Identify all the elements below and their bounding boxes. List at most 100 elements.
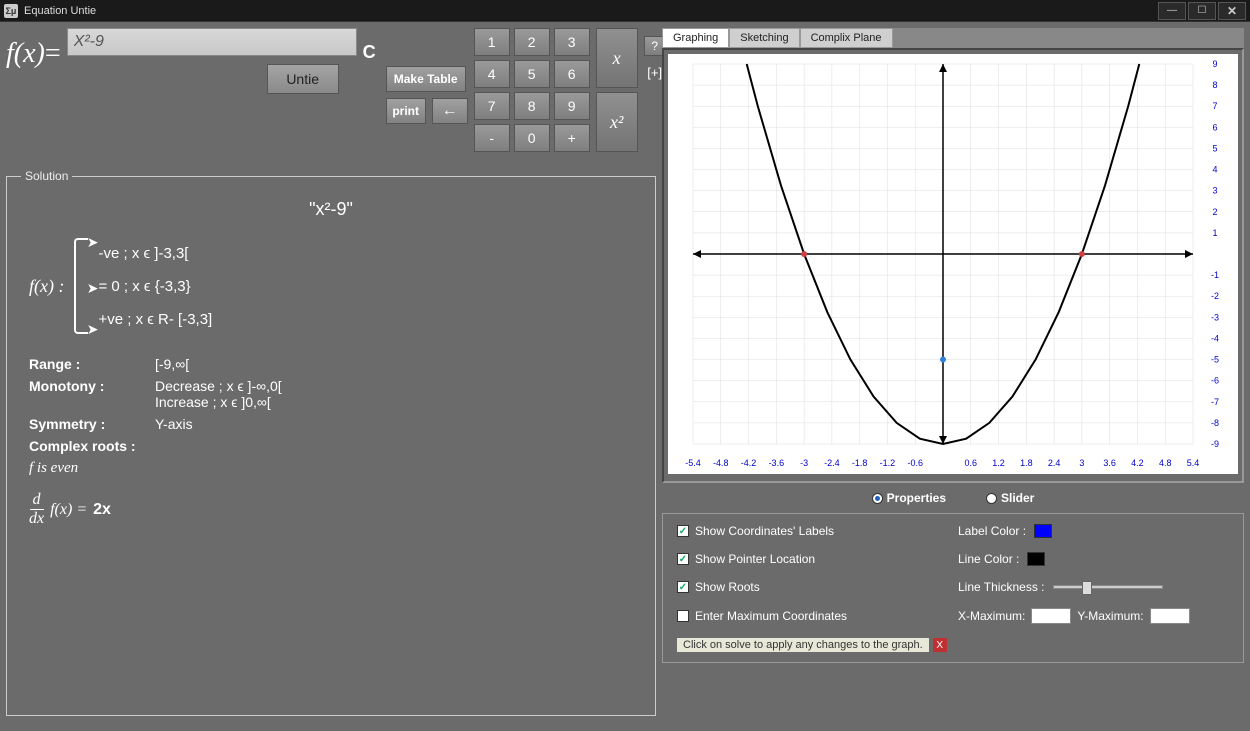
label-color-label: Label Color : <box>958 524 1026 538</box>
line-thickness-slider[interactable] <box>1053 585 1163 589</box>
line-color-swatch[interactable] <box>1027 552 1045 566</box>
svg-text:9: 9 <box>1212 59 1217 69</box>
derivative: ddx f(x) = 2x <box>29 491 633 528</box>
svg-text:-4.2: -4.2 <box>741 458 757 468</box>
case-zero: = 0 ; x ϵ {-3,3} <box>98 278 212 295</box>
svg-text:1.2: 1.2 <box>992 458 1005 468</box>
case-positive: +ve ; x ϵ R- [-3,3] <box>98 311 212 328</box>
svg-text:-3.6: -3.6 <box>769 458 785 468</box>
app-icon: Σμ <box>4 4 18 18</box>
check-show-pointer[interactable]: Show Pointer Location <box>677 552 948 566</box>
bracket-icon: ➤➤➤ <box>74 238 88 334</box>
backspace-button[interactable]: ← <box>432 98 468 124</box>
svg-text:2.4: 2.4 <box>1048 458 1061 468</box>
key-plus[interactable]: + <box>554 124 590 152</box>
svg-text:-1.8: -1.8 <box>852 458 868 468</box>
complex-roots-label: Complex roots : <box>29 438 139 454</box>
svg-text:-6: -6 <box>1211 376 1219 386</box>
line-thickness-label: Line Thickness : <box>958 580 1045 594</box>
svg-text:7: 7 <box>1212 101 1217 111</box>
key-8[interactable]: 8 <box>514 92 550 120</box>
properties-panel: Show Coordinates' Labels Label Color : S… <box>662 513 1244 663</box>
radio-slider[interactable]: Slider <box>986 491 1034 505</box>
key-1[interactable]: 1 <box>474 28 510 56</box>
key-2[interactable]: 2 <box>514 28 550 56</box>
svg-text:4.2: 4.2 <box>1131 458 1144 468</box>
ymax-label: Y-Maximum: <box>1077 609 1143 623</box>
svg-text:0.6: 0.6 <box>965 458 978 468</box>
range-value: [-9,∞[ <box>155 356 189 372</box>
fx-label: f(x)= <box>6 38 61 70</box>
key-6[interactable]: 6 <box>554 60 590 88</box>
svg-text:3: 3 <box>1212 186 1217 196</box>
svg-text:-5.4: -5.4 <box>685 458 701 468</box>
svg-text:2: 2 <box>1212 207 1217 217</box>
svg-text:-3: -3 <box>800 458 808 468</box>
symmetry-label: Symmetry : <box>29 416 139 432</box>
svg-text:5: 5 <box>1212 143 1217 153</box>
svg-text:6: 6 <box>1212 122 1217 132</box>
svg-text:-4: -4 <box>1211 333 1219 343</box>
svg-text:-8: -8 <box>1211 418 1219 428</box>
make-table-button[interactable]: Make Table <box>386 66 466 92</box>
graph-canvas[interactable]: -5.4 -4.8 -4.2 -3.6 -3 -2.4 -1.8 -1.2 -0.6 0.6 1.2… <box>668 54 1238 474</box>
svg-text:-0.6: -0.6 <box>907 458 923 468</box>
apply-note: Click on solve to apply any changes to t… <box>677 638 929 652</box>
keypad: 1 2 3 4 5 6 7 8 9 - 0 + <box>474 28 590 152</box>
line-color-label: Line Color : <box>958 552 1019 566</box>
tab-bar: Graphing Sketching Complix Plane <box>662 28 1244 48</box>
solution-title: "x²-9" <box>29 199 633 220</box>
svg-text:8: 8 <box>1212 80 1217 90</box>
case-negative: -ve ; x ϵ ]-3,3[ <box>98 245 212 262</box>
range-label: Range : <box>29 356 139 372</box>
radio-properties[interactable]: Properties <box>872 491 946 505</box>
tab-complex-plane[interactable]: Complix Plane <box>800 28 893 48</box>
key-5[interactable]: 5 <box>514 60 550 88</box>
svg-text:-1: -1 <box>1211 270 1219 280</box>
print-button[interactable]: print <box>386 98 426 124</box>
key-minus[interactable]: - <box>474 124 510 152</box>
untie-button[interactable]: Untie <box>267 64 339 94</box>
svg-text:4.8: 4.8 <box>1159 458 1172 468</box>
monotony-decrease: Decrease ; x ϵ ]-∞,0[ <box>155 378 282 394</box>
svg-text:-2.4: -2.4 <box>824 458 840 468</box>
maximize-button[interactable]: ☐ <box>1188 2 1216 20</box>
symmetry-value: Y-axis <box>155 416 193 432</box>
svg-text:-7: -7 <box>1211 397 1219 407</box>
key-0[interactable]: 0 <box>514 124 550 152</box>
key-9[interactable]: 9 <box>554 92 590 120</box>
svg-text:-1.2: -1.2 <box>880 458 896 468</box>
monotony-label: Monotony : <box>29 378 139 410</box>
svg-text:-3: -3 <box>1211 312 1219 322</box>
tab-graphing[interactable]: Graphing <box>662 28 729 48</box>
ymax-input[interactable] <box>1150 608 1190 624</box>
check-show-coords[interactable]: Show Coordinates' Labels <box>677 524 948 538</box>
cases-lhs: f(x) : <box>29 276 64 297</box>
svg-text:3.6: 3.6 <box>1103 458 1116 468</box>
solution-panel: Solution "x²-9" f(x) : ➤➤➤ -ve ; x ϵ ]-3… <box>6 176 656 716</box>
check-enter-max[interactable]: Enter Maximum Coordinates <box>677 609 948 623</box>
check-show-roots[interactable]: Show Roots <box>677 580 948 594</box>
svg-text:-4.8: -4.8 <box>713 458 729 468</box>
xmax-input[interactable] <box>1031 608 1071 624</box>
key-4[interactable]: 4 <box>474 60 510 88</box>
svg-text:-9: -9 <box>1211 439 1219 449</box>
key-7[interactable]: 7 <box>474 92 510 120</box>
key-x[interactable]: x <box>596 28 638 88</box>
svg-text:-5: -5 <box>1211 355 1219 365</box>
key-x-squared[interactable]: x² <box>596 92 638 152</box>
svg-text:4: 4 <box>1212 165 1217 175</box>
minimize-button[interactable]: — <box>1158 2 1186 20</box>
svg-text:-2: -2 <box>1211 291 1219 301</box>
svg-text:3: 3 <box>1079 458 1084 468</box>
titlebar: Σμ Equation Untie — ☐ ✕ <box>0 0 1250 22</box>
constant-label: C <box>363 42 376 63</box>
note-close-icon[interactable]: X <box>933 638 947 652</box>
label-color-swatch[interactable] <box>1034 524 1052 538</box>
key-3[interactable]: 3 <box>554 28 590 56</box>
svg-text:5.4: 5.4 <box>1187 458 1200 468</box>
close-button[interactable]: ✕ <box>1218 2 1246 20</box>
tab-sketching[interactable]: Sketching <box>729 28 799 48</box>
svg-text:1.8: 1.8 <box>1020 458 1033 468</box>
equation-input[interactable] <box>67 28 357 56</box>
